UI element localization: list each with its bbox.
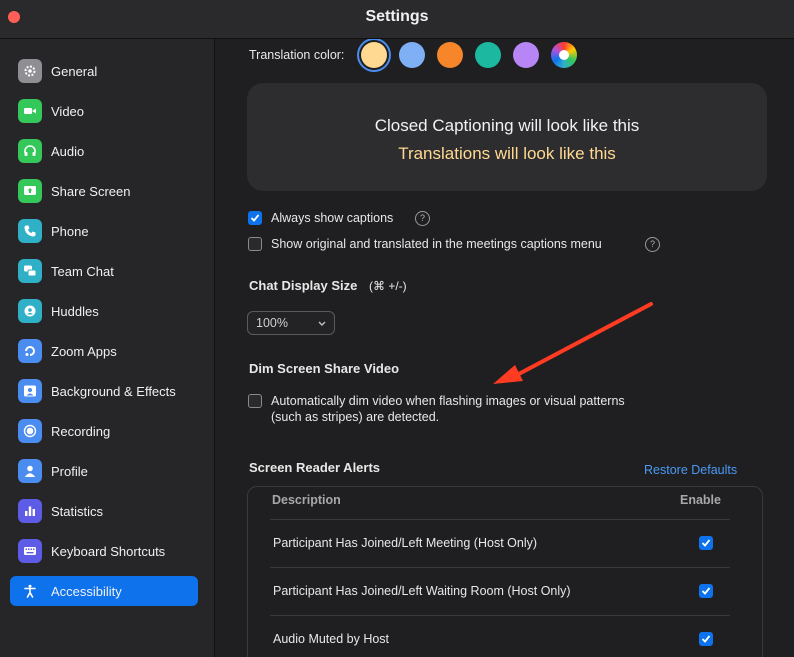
- alert-label: Participant Has Joined/Left Waiting Room…: [273, 584, 571, 598]
- phone-icon: [18, 219, 42, 243]
- screen-reader-alerts-table: Description Enable Participant Has Joine…: [247, 486, 763, 657]
- sidebar-item-label: Keyboard Shortcuts: [51, 543, 166, 559]
- keyboard-icon: [18, 539, 42, 563]
- window-title: Settings: [365, 8, 429, 25]
- alert-enable-checkbox[interactable]: [699, 632, 713, 646]
- sidebar-item-accessibility[interactable]: Accessibility: [10, 576, 198, 606]
- column-header-description: Description: [272, 493, 341, 507]
- sidebar-item-label: Audio: [51, 143, 85, 159]
- sidebar-item-general[interactable]: General: [10, 56, 198, 86]
- sidebar-item-label: Statistics: [51, 503, 104, 519]
- record-icon: [18, 419, 42, 443]
- bar-chart-icon: [18, 499, 42, 523]
- sidebar-item-recording[interactable]: Recording: [10, 416, 198, 446]
- sidebar-item-team-chat[interactable]: Team Chat: [10, 256, 198, 286]
- sidebar-item-share-screen[interactable]: Share Screen: [10, 176, 198, 206]
- sidebar-item-label: Huddles: [51, 303, 99, 319]
- sidebar-item-zoom-apps[interactable]: Zoom Apps: [10, 336, 198, 366]
- sidebar-item-label: Team Chat: [51, 263, 114, 279]
- accessibility-icon: [18, 579, 42, 603]
- sidebar-item-keyboard-shortcuts[interactable]: Keyboard Shortcuts: [10, 536, 198, 566]
- alert-label: Audio Muted by Host: [273, 632, 390, 646]
- table-row: Audio Muted by Host: [248, 616, 762, 657]
- sidebar: General Video Audio Share Screen Phone T…: [0, 39, 215, 657]
- sidebar-item-profile[interactable]: Profile: [10, 456, 198, 486]
- column-header-enable: Enable: [680, 493, 721, 507]
- sidebar-item-label: Video: [51, 103, 85, 119]
- alert-enable-checkbox[interactable]: [699, 584, 713, 598]
- share-screen-icon: [18, 179, 42, 203]
- sidebar-item-video[interactable]: Video: [10, 96, 198, 126]
- gear-icon: [18, 59, 42, 83]
- chat-bubbles-icon: [18, 259, 42, 283]
- portrait-icon: [18, 379, 42, 403]
- sidebar-item-label: Accessibility: [51, 583, 122, 599]
- title-bar: Settings: [0, 0, 794, 39]
- sidebar-item-label: Zoom Apps: [51, 343, 117, 359]
- sidebar-item-huddles[interactable]: Huddles: [10, 296, 198, 326]
- alert-enable-checkbox[interactable]: [699, 536, 713, 550]
- screen-reader-alerts-title: Screen Reader Alerts: [249, 460, 381, 475]
- table-row: Participant Has Joined/Left Meeting (Hos…: [248, 520, 762, 567]
- alert-label: Participant Has Joined/Left Meeting (Hos…: [273, 536, 538, 550]
- apps-icon: [18, 339, 42, 363]
- sidebar-item-label: Background & Effects: [51, 383, 176, 399]
- sidebar-item-label: Recording: [51, 423, 111, 439]
- video-camera-icon: [18, 99, 42, 123]
- sidebar-item-label: General: [51, 63, 98, 79]
- settings-content: Translation color: Closed Captioning wil…: [215, 39, 794, 657]
- sidebar-item-label: Phone: [51, 223, 89, 239]
- restore-defaults-link[interactable]: Restore Defaults: [644, 463, 737, 477]
- person-icon: [18, 459, 42, 483]
- sidebar-item-statistics[interactable]: Statistics: [10, 496, 198, 526]
- sidebar-item-audio[interactable]: Audio: [10, 136, 198, 166]
- sidebar-item-label: Profile: [51, 463, 88, 479]
- sidebar-item-label: Share Screen: [51, 183, 131, 199]
- sidebar-item-background-effects[interactable]: Background & Effects: [10, 376, 198, 406]
- table-row: Participant Has Joined/Left Waiting Room…: [248, 568, 762, 615]
- headphones-icon: [18, 139, 42, 163]
- huddles-icon: [18, 299, 42, 323]
- sidebar-item-phone[interactable]: Phone: [10, 216, 198, 246]
